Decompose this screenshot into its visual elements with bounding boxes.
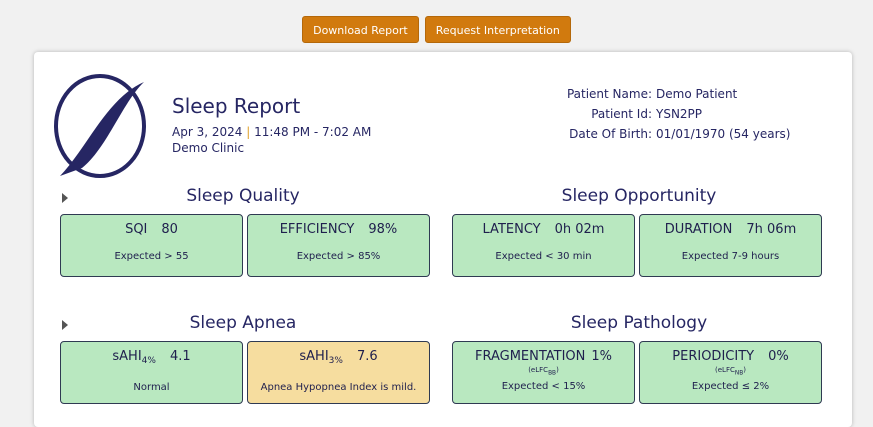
fragmentation-sublabel: (eLFCBB) — [453, 366, 634, 378]
duration-expected: Expected 7-9 hours — [681, 251, 780, 262]
fragmentation-expected: Expected < 15% — [501, 381, 586, 393]
report-title: Sleep Report — [172, 94, 301, 118]
patient-name-label: Patient Name: — [566, 87, 652, 101]
section-sleep-opportunity: Sleep Opportunity — [561, 186, 717, 206]
duration-value: 7h 06m — [746, 222, 797, 237]
report-date-line: Apr 3, 2024 | 11:48 PM - 7:02 AM — [172, 124, 371, 140]
patient-info: Patient Name: Demo Patient Patient Id: Y… — [512, 84, 812, 144]
patient-id-value: YSN2PP — [656, 107, 703, 121]
patient-name-value: Demo Patient — [656, 87, 738, 101]
efficiency-tile: EFFICIENCY 98% Expected > 85% — [247, 214, 430, 277]
patient-dob-label: Date Of Birth: — [569, 127, 652, 141]
sqi-label: SQI — [125, 222, 148, 237]
patient-dob-row: Date Of Birth: 01/01/1970 (54 years) — [512, 124, 812, 144]
sahi4-note: Normal — [133, 382, 170, 393]
fragmentation-value: 1% — [591, 349, 613, 364]
efficiency-value: 98% — [368, 222, 398, 237]
periodicity-value: 0% — [768, 349, 789, 364]
periodicity-sublabel: (eLFCNB) — [640, 366, 821, 378]
report-time-range: 11:48 PM - 7:02 AM — [254, 125, 372, 139]
patient-name-row: Patient Name: Demo Patient — [512, 84, 812, 104]
sahi4-subscript: 4% — [141, 356, 156, 366]
section-sleep-quality: Sleep Quality — [186, 186, 300, 206]
periodicity-sublabel-close: ) — [743, 366, 746, 374]
sahi4-tile: sAHI4% 4.1 Normal — [60, 341, 243, 404]
periodicity-sublabel-index: NB — [734, 370, 744, 377]
sahi3-note: Apnea Hypopnea Index is mild. — [260, 382, 417, 393]
patient-id-label: Patient Id: — [591, 107, 652, 121]
fragmentation-sublabel-text: (eLFC — [528, 366, 549, 374]
toolbar: Download Report Request Interpretation — [0, 16, 873, 43]
sahi4-value: 4.1 — [169, 349, 191, 364]
periodicity-sublabel-text: (eLFC — [715, 366, 735, 374]
sahi3-value: 7.6 — [356, 349, 378, 364]
report-date: Apr 3, 2024 — [172, 125, 243, 139]
sahi3-subscript: 3% — [328, 356, 343, 366]
request-interpretation-button[interactable]: Request Interpretation — [424, 16, 571, 43]
sahi3-label: sAHI — [299, 349, 329, 364]
patient-dob-value: 01/01/1970 (54 years) — [656, 127, 791, 141]
fragmentation-label: FRAGMENTATION — [474, 349, 586, 364]
fragmentation-sublabel-index: BB — [548, 370, 557, 377]
clinic-name: Demo Clinic — [172, 141, 245, 155]
fragmentation-tile: FRAGMENTATION 1% (eLFCBB) Expected < 15% — [452, 341, 635, 404]
latency-label: LATENCY — [482, 222, 541, 237]
sqi-value: 80 — [161, 222, 178, 237]
latency-value: 0h 02m — [554, 222, 605, 237]
periodicity-expected: Expected ≤ 2% — [691, 381, 770, 393]
section-sleep-apnea: Sleep Apnea — [189, 313, 297, 333]
periodicity-label: PERIODICITY — [672, 349, 755, 364]
latency-tile: LATENCY 0h 02m Expected < 30 min — [452, 214, 635, 277]
latency-expected: Expected < 30 min — [495, 251, 592, 262]
report-header: Sleep Report Apr 3, 2024 | 11:48 PM - 7:… — [172, 94, 371, 156]
report-card: Sleep Report Apr 3, 2024 | 11:48 PM - 7:… — [34, 52, 852, 427]
section-sleep-pathology: Sleep Pathology — [570, 313, 708, 333]
efficiency-expected: Expected > 85% — [296, 251, 381, 262]
duration-tile: DURATION 7h 06m Expected 7-9 hours — [639, 214, 822, 277]
sahi4-label: sAHI — [112, 349, 142, 364]
sqi-expected: Expected > 55 — [114, 251, 189, 262]
efficiency-label: EFFICIENCY — [279, 222, 355, 237]
sahi3-tile: sAHI3% 7.6 Apnea Hypopnea Index is mild. — [247, 341, 430, 404]
download-report-button[interactable]: Download Report — [302, 16, 419, 43]
patient-id-row: Patient Id: YSN2PP — [512, 104, 812, 124]
sleep-logo-icon — [54, 74, 146, 178]
fragmentation-sublabel-close: ) — [556, 366, 559, 374]
duration-label: DURATION — [664, 222, 733, 237]
date-separator: | — [246, 125, 251, 139]
periodicity-tile: PERIODICITY 0% (eLFCNB) Expected ≤ 2% — [639, 341, 822, 404]
sqi-tile: SQI 80 Expected > 55 — [60, 214, 243, 277]
